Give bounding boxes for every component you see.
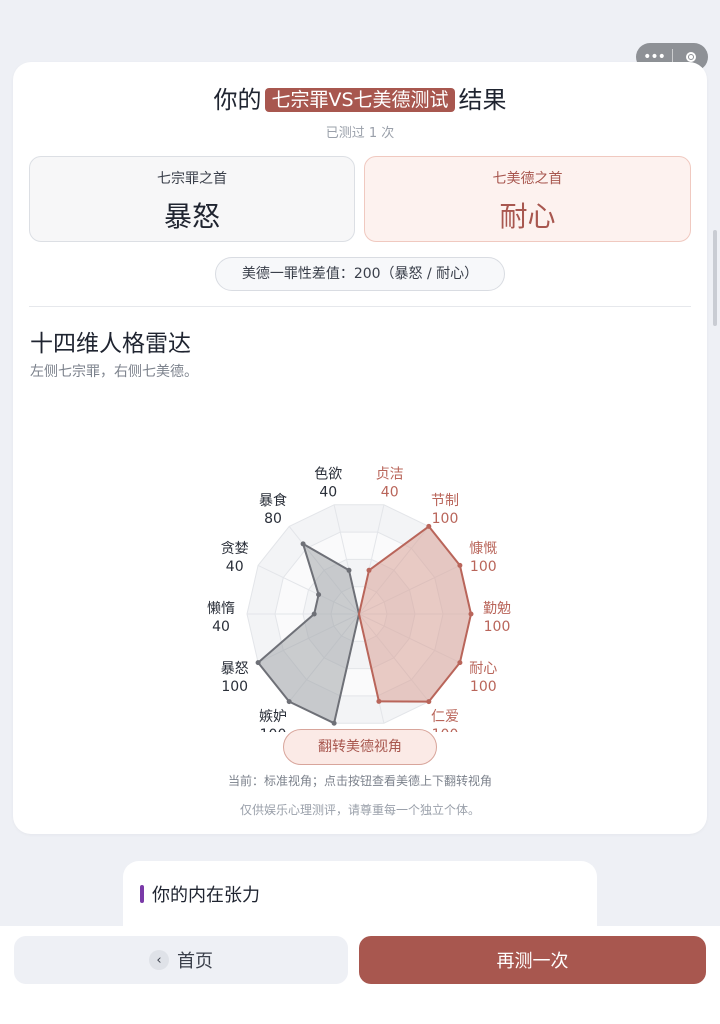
radar-point-sin [286, 699, 292, 705]
radar-axis-label: 嫉妒 [259, 709, 287, 725]
inner-tension-title: 你的内在张力 [140, 881, 260, 907]
radar-axis-value: 100 [470, 559, 497, 575]
page-title: 你的 七宗罪VS七美德测试 结果 [13, 80, 707, 115]
target-circle-icon[interactable] [673, 52, 708, 62]
top-sin-box: 七宗罪之首 暴怒 [29, 156, 355, 242]
retry-button[interactable]: 再测一次 [359, 936, 706, 984]
disclaimer: 仅供娱乐心理测评，请尊重每一个独立个体。 [239, 803, 480, 817]
radar-point-sin [346, 567, 352, 573]
title-accent-bar [140, 885, 144, 903]
radar-axis-value: 40 [226, 559, 244, 575]
radar-point-sin [331, 720, 337, 726]
radar-axis-label: 贞洁 [376, 466, 404, 483]
radar-point-virtue [376, 698, 382, 704]
chevron-left-icon: ‹ [149, 950, 169, 970]
radar-axis-value: 40 [212, 619, 230, 635]
radar-point-virtue [426, 523, 432, 529]
radar-axis-label: 暴食 [259, 492, 287, 509]
radar-point-virtue [426, 699, 432, 705]
radar-axis-label: 节制 [431, 493, 459, 509]
radar-point-sin [311, 611, 317, 617]
top-virtue-value: 耐心 [499, 200, 556, 233]
radar-point-virtue [457, 562, 463, 568]
radar-axis-value: 100 [484, 619, 511, 635]
radar-point-sin [255, 660, 261, 666]
radar-axis-value: 100 [260, 727, 287, 732]
radar-axis-value: 100 [432, 727, 459, 732]
difference-badge: 美德一罪性差值：200（暴怒 / 耐心） [215, 257, 505, 291]
top-virtue-label: 七美德之首 [492, 171, 563, 187]
top-sin-value: 暴怒 [163, 200, 220, 233]
radar-axis-value: 100 [470, 679, 497, 695]
radar-chart: 色欲40暴食80贪婪40懒惰40暴怒100嫉妒100傲慢100谦卑80仁爱100… [207, 466, 511, 733]
radar-description: 左侧七宗罪，右侧七美德。 [30, 364, 198, 380]
home-button[interactable]: ‹ 首页 [14, 936, 348, 984]
bottom-action-bar: ‹ 首页 再测一次 [0, 926, 720, 1024]
radar-axis-label: 仁爱 [431, 709, 459, 725]
radar-axis-label: 耐心 [469, 661, 497, 677]
section-divider [29, 306, 691, 307]
radar-axis-value: 40 [381, 485, 399, 501]
test-count: 已测过 1 次 [325, 126, 395, 141]
title-highlight: 七宗罪VS七美德测试 [265, 88, 455, 112]
radar-title: 十四维人格雷达 [30, 331, 191, 357]
radar-axis-value: 100 [221, 679, 248, 695]
radar-axis-value: 80 [264, 511, 282, 527]
radar-point-virtue [366, 567, 372, 573]
top-virtue-box: 七美德之首 耐心 [364, 156, 691, 242]
radar-axis-label: 懒惰 [207, 601, 235, 617]
title-suffix: 结果 [458, 86, 507, 114]
radar-point-virtue [468, 611, 474, 617]
radar-axis-label: 色欲 [314, 466, 342, 483]
radar-point-virtue [457, 660, 463, 666]
scrollbar[interactable] [713, 230, 717, 326]
radar-axis-label: 贪婪 [221, 541, 249, 557]
radar-point-sin [316, 592, 322, 598]
radar-axis-label: 慷慨 [469, 540, 497, 557]
title-prefix: 你的 [213, 86, 262, 114]
result-card: 你的 七宗罪VS七美德测试 结果 已测过 1 次 七宗罪之首 暴怒 七美德之首 耐心… [13, 62, 707, 834]
home-label: 首页 [177, 951, 213, 972]
radar-axis-label: 暴怒 [221, 661, 249, 677]
radar-axis-label: 勤勉 [483, 601, 511, 617]
view-hint: 当前：标准视角；点击按钮查看美德上下翻转视角 [227, 774, 492, 788]
inner-tension-label: 你的内在张力 [152, 885, 260, 906]
radar-axis-value: 100 [432, 511, 459, 527]
radar-axis-value: 40 [319, 485, 337, 501]
top-sin-label: 七宗罪之首 [157, 171, 227, 187]
radar-point-sin [300, 541, 306, 547]
flip-virtue-button[interactable]: 翻转美德视角 [283, 729, 437, 765]
